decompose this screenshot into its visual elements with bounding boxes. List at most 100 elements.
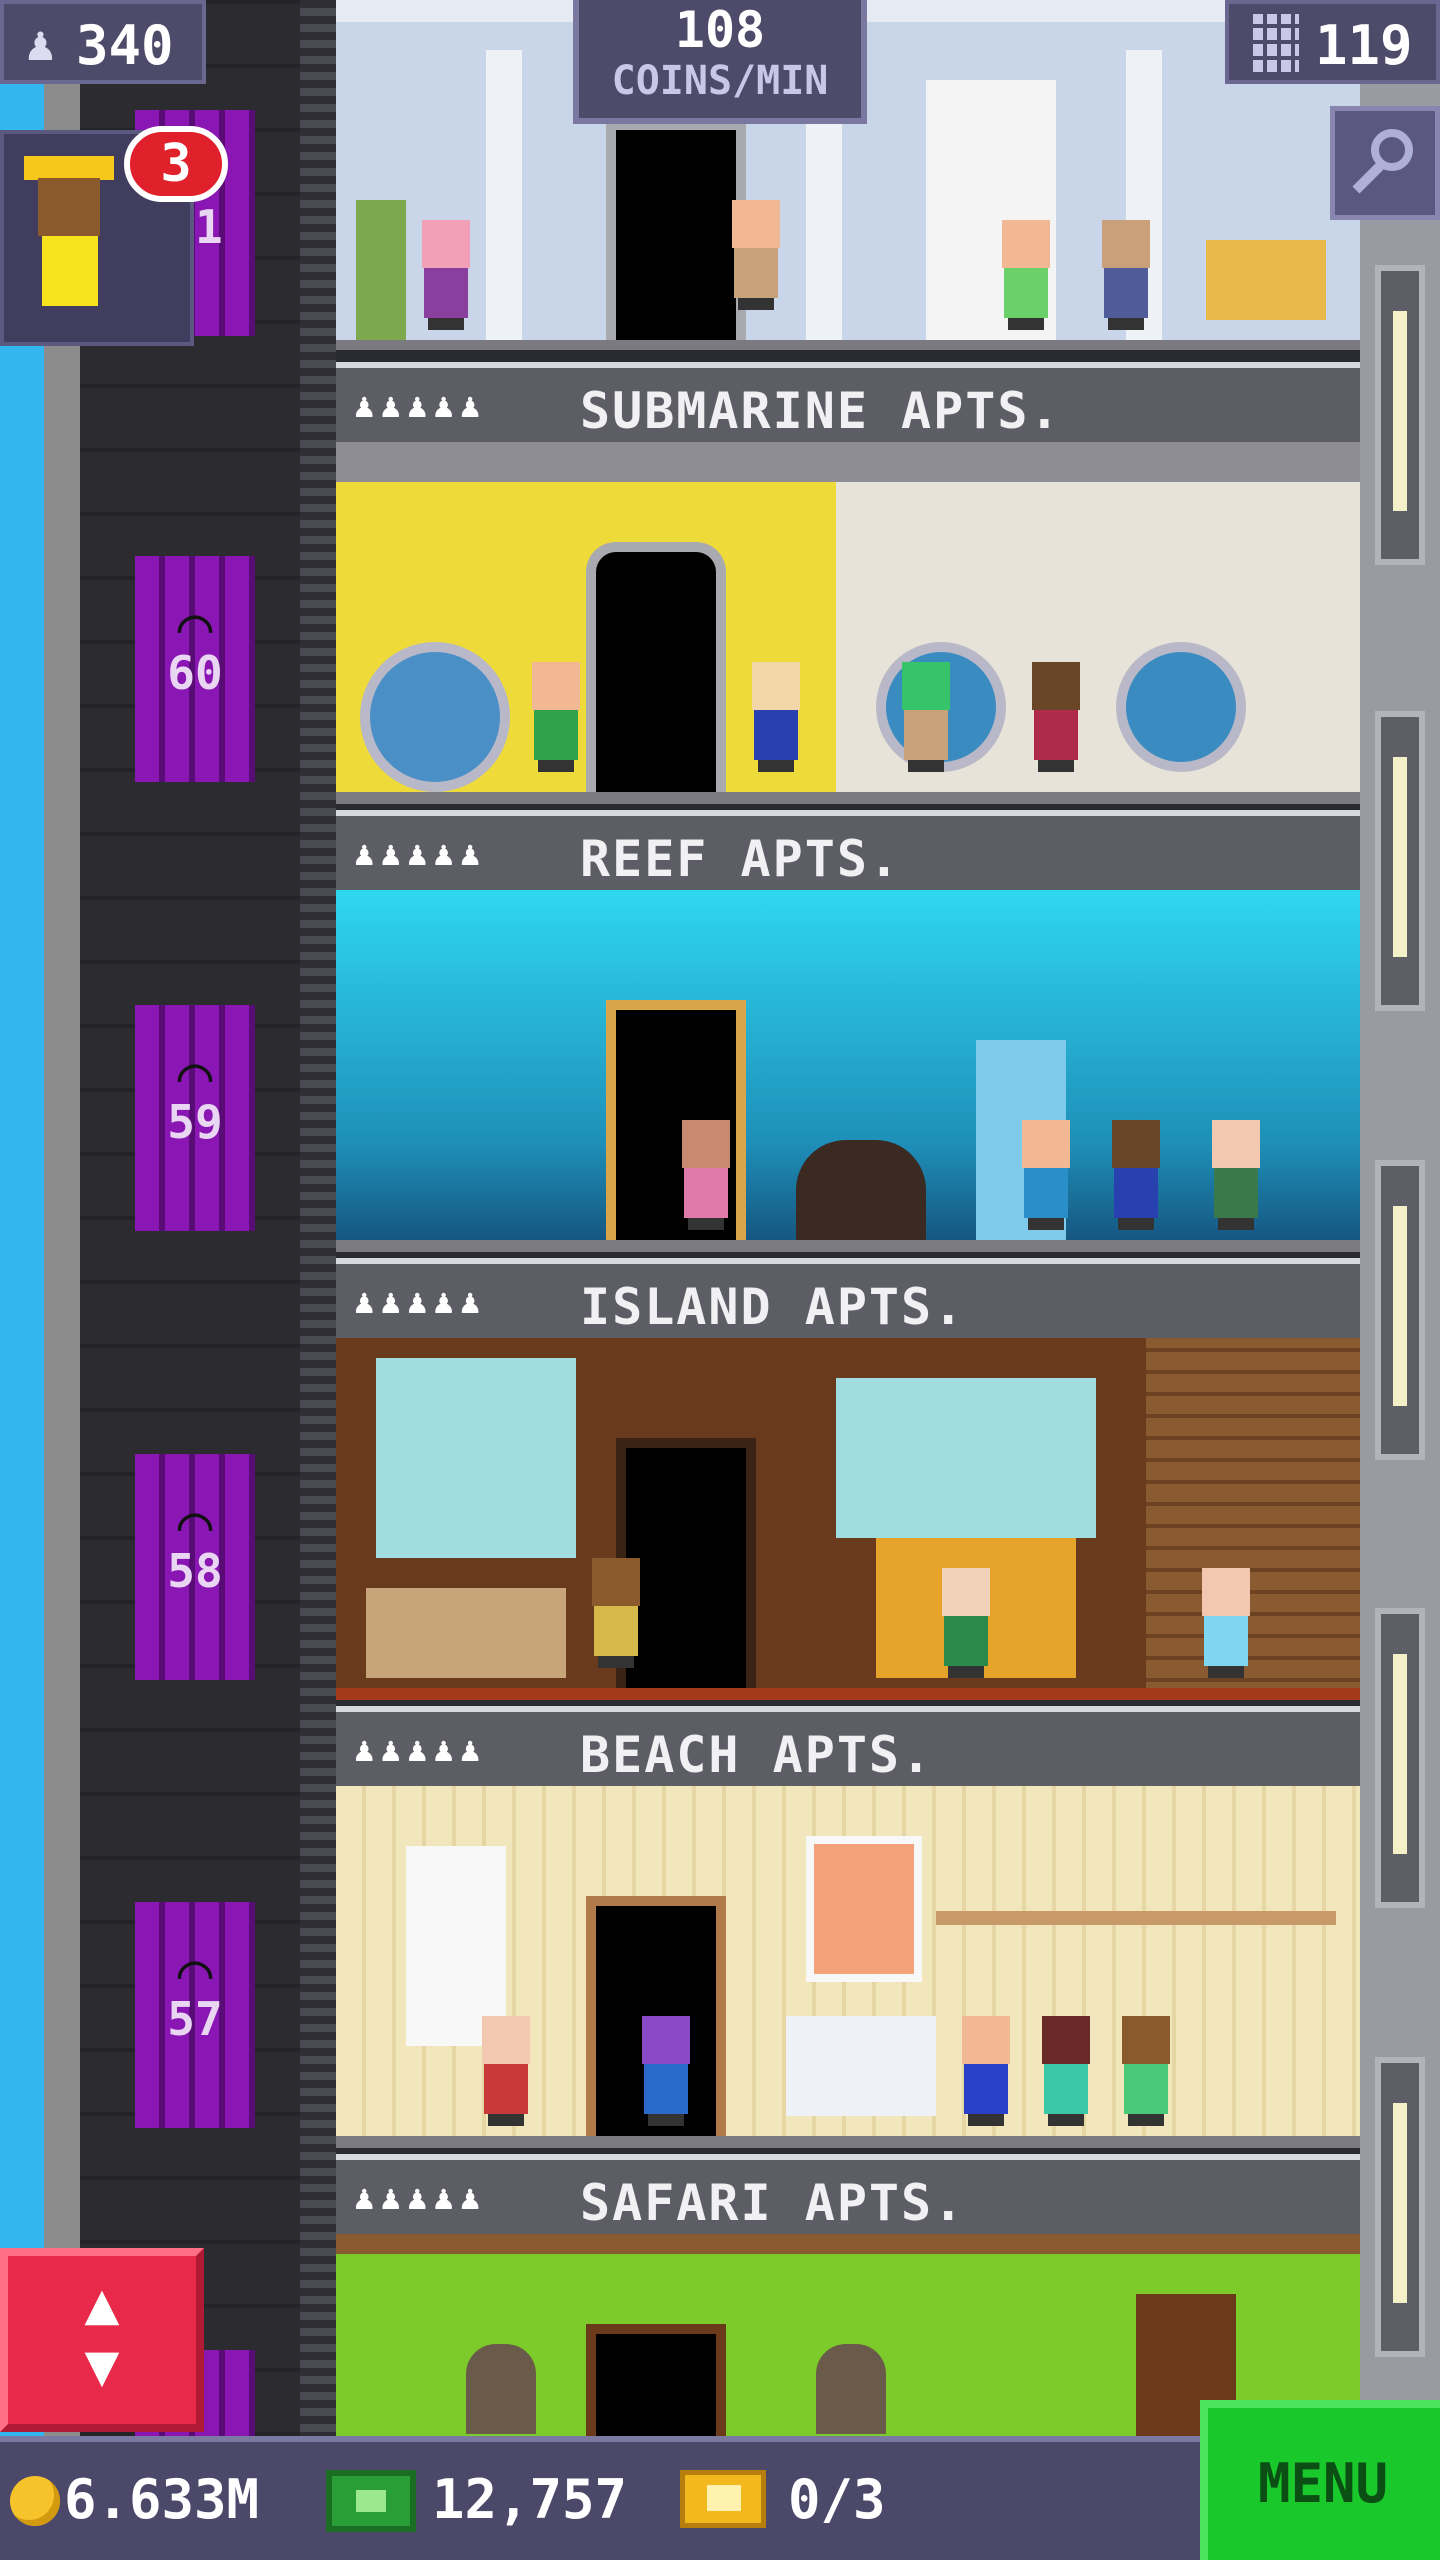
floor-room-58[interactable] bbox=[336, 1338, 1360, 1700]
floor-line bbox=[336, 792, 1360, 804]
wall-window bbox=[1375, 265, 1425, 565]
wall-window bbox=[1375, 1608, 1425, 1908]
resident[interactable] bbox=[746, 662, 806, 772]
ceiling bbox=[336, 2234, 1360, 2254]
resident[interactable] bbox=[1116, 2016, 1176, 2126]
menu-button[interactable]: MENU bbox=[1200, 2400, 1440, 2560]
room-door[interactable] bbox=[606, 120, 746, 350]
elevator-floor-number: 59 bbox=[167, 1095, 223, 1149]
resident[interactable] bbox=[996, 220, 1056, 330]
floor-name: SAFARI APTS. bbox=[580, 2174, 966, 2232]
elevator-shaft bbox=[80, 0, 330, 2560]
coin-icon bbox=[10, 2476, 60, 2526]
bat-icon: ⌒ bbox=[177, 591, 213, 659]
floor-room-57[interactable] bbox=[336, 1786, 1360, 2148]
resident[interactable] bbox=[476, 2016, 536, 2126]
walrus-pet bbox=[796, 1140, 926, 1240]
population-counter[interactable]: ♟ 340 bbox=[0, 0, 206, 84]
wall-window bbox=[1375, 1160, 1425, 1460]
window bbox=[836, 1378, 1096, 1538]
floor-line bbox=[336, 1240, 1360, 1252]
residents-icons: ♟♟♟♟♟ bbox=[354, 386, 487, 426]
tickets-value[interactable]: 0/3 bbox=[788, 2468, 886, 2531]
resident[interactable] bbox=[1036, 2016, 1096, 2126]
porthole bbox=[1116, 642, 1246, 772]
resident[interactable] bbox=[636, 2016, 696, 2126]
room-door[interactable] bbox=[586, 542, 726, 804]
resident[interactable] bbox=[676, 1120, 736, 1230]
resident[interactable] bbox=[896, 662, 956, 772]
resident[interactable] bbox=[586, 1558, 646, 1668]
resident[interactable] bbox=[416, 220, 476, 330]
ticket-icon bbox=[680, 2470, 766, 2528]
wall-window bbox=[1375, 2057, 1425, 2357]
resident[interactable] bbox=[1016, 1120, 1076, 1230]
window bbox=[376, 1358, 576, 1558]
floor-name: BEACH APTS. bbox=[580, 1726, 934, 1784]
residents-icons: ♟♟♟♟♟ bbox=[354, 2178, 487, 2218]
coins-per-minute-panel: 108 COINS/MIN bbox=[573, 0, 867, 124]
resident[interactable] bbox=[956, 2016, 1016, 2126]
plant bbox=[356, 200, 406, 350]
resident[interactable] bbox=[1026, 662, 1086, 772]
residents-icons: ♟♟♟♟♟ bbox=[354, 1730, 487, 1770]
floor-name: SUBMARINE APTS. bbox=[580, 382, 1062, 440]
elevator-rail bbox=[300, 0, 336, 2560]
elevator-button[interactable]: ▲ ▼ bbox=[0, 2248, 204, 2432]
floor-name: REEF APTS. bbox=[580, 830, 902, 888]
bux-value[interactable]: 12,757 bbox=[432, 2468, 627, 2531]
visitor-avatar bbox=[38, 178, 100, 236]
building-icon bbox=[1253, 14, 1299, 72]
resident[interactable] bbox=[1196, 1568, 1256, 1678]
floor-line bbox=[336, 1688, 1360, 1700]
coins-rate-label: COINS/MIN bbox=[611, 58, 829, 104]
shelf bbox=[936, 1911, 1336, 1925]
elevator-floor-number: 58 bbox=[167, 1544, 223, 1598]
menu-label: MENU bbox=[1257, 2452, 1389, 2515]
bed bbox=[366, 1588, 566, 1678]
floor-label-bar: ♟♟♟♟♟ ISLAND APTS. bbox=[336, 1258, 1360, 1338]
resident[interactable] bbox=[1106, 1120, 1166, 1230]
tribal-mask bbox=[816, 2344, 886, 2434]
resident[interactable] bbox=[526, 662, 586, 772]
floor-name: ISLAND APTS. bbox=[580, 1278, 966, 1336]
bat-icon: ⌒ bbox=[177, 1489, 213, 1557]
elevator-floor-number: 57 bbox=[167, 1992, 223, 2046]
search-button[interactable] bbox=[1330, 106, 1440, 220]
floor-room-59[interactable] bbox=[336, 890, 1360, 1252]
visitor-hat bbox=[24, 156, 114, 180]
porthole bbox=[360, 642, 510, 792]
coins-value: 6.633M bbox=[64, 2468, 260, 2531]
floor-line bbox=[336, 2136, 1360, 2148]
sky-background bbox=[0, 0, 44, 2560]
elevator-floor-number: 60 bbox=[167, 646, 223, 700]
bat-icon: ⌒ bbox=[177, 1937, 213, 2005]
wall-window bbox=[1375, 711, 1425, 1011]
up-down-arrows-icon: ▲ ▼ bbox=[84, 2269, 120, 2399]
sunset-painting bbox=[806, 1836, 922, 1982]
floor-count-counter[interactable]: 119 bbox=[1225, 0, 1440, 84]
resident[interactable] bbox=[936, 1568, 996, 1678]
room-door[interactable] bbox=[586, 2324, 726, 2436]
population-value: 340 bbox=[76, 14, 174, 77]
coins-rate-value: 108 bbox=[674, 1, 766, 59]
column bbox=[486, 50, 522, 350]
resident[interactable] bbox=[1096, 220, 1156, 330]
tribal-mask bbox=[466, 2344, 536, 2434]
floor-room-60[interactable] bbox=[336, 442, 1360, 804]
floor-label-bar: ♟♟♟♟♟ REEF APTS. bbox=[336, 810, 1360, 890]
resident[interactable] bbox=[726, 200, 786, 310]
visitor-count-badge: 3 bbox=[124, 126, 228, 202]
bat-icon: ⌒ bbox=[177, 1040, 213, 1108]
resident[interactable] bbox=[1206, 1120, 1266, 1230]
ceiling bbox=[336, 442, 1360, 482]
bux-icon bbox=[326, 2470, 416, 2532]
floor-count-value: 119 bbox=[1315, 14, 1413, 77]
residents-icons: ♟♟♟♟♟ bbox=[354, 1282, 487, 1322]
residents-icons: ♟♟♟♟♟ bbox=[354, 834, 487, 874]
floor-line bbox=[336, 340, 1360, 350]
building-edge bbox=[44, 0, 80, 2560]
magnifier-handle bbox=[1352, 162, 1384, 194]
floor-label-bar: ♟♟♟♟♟ SAFARI APTS. bbox=[336, 2154, 1360, 2234]
washer bbox=[786, 2016, 936, 2116]
